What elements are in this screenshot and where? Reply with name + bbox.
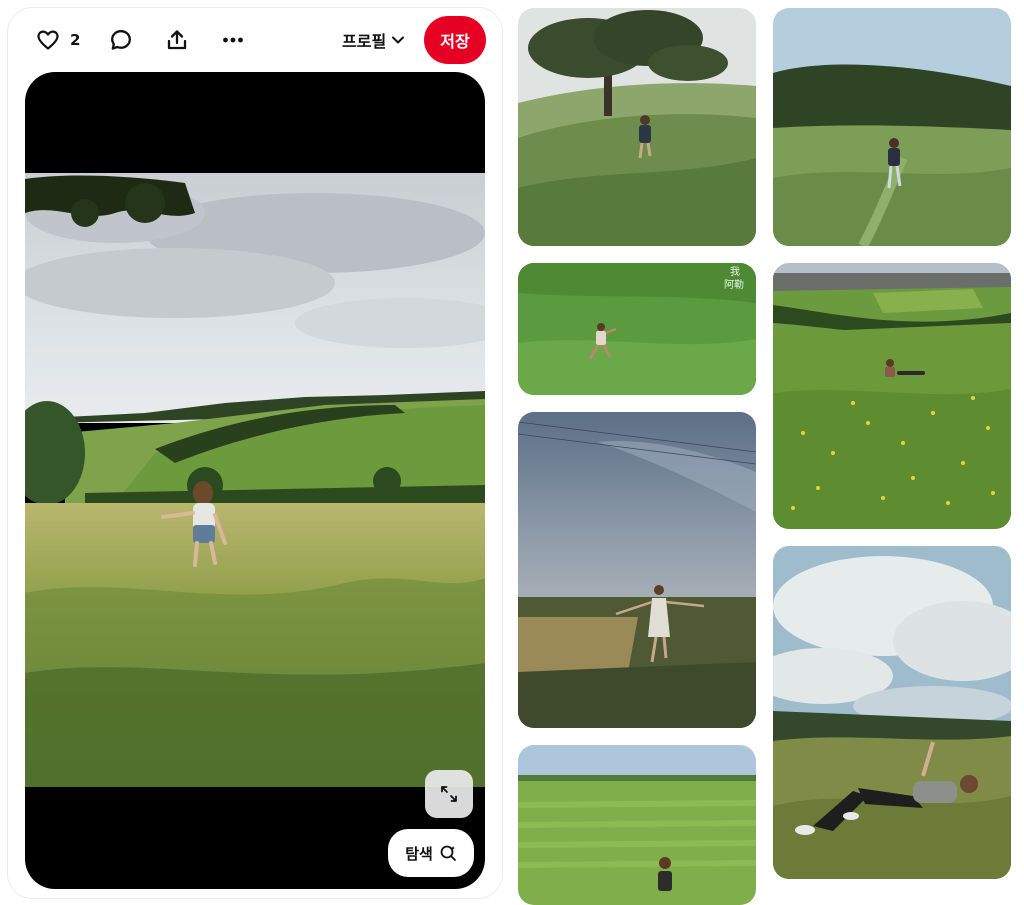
pin-toolbar: 2 프로필 저장 <box>8 8 502 72</box>
share-button[interactable] <box>164 22 190 58</box>
grid-pin-1[interactable] <box>518 8 756 246</box>
visual-search-button[interactable]: 탐색 <box>388 829 474 877</box>
chevron-down-icon <box>392 36 405 44</box>
like-button[interactable]: 2 <box>36 22 80 58</box>
grid-pin-7[interactable] <box>518 745 756 905</box>
heart-icon <box>37 30 59 50</box>
pin-closeup-card: 2 프로필 저장 탐색 <box>8 8 502 898</box>
pin-image-sky-lying <box>773 546 1011 879</box>
expand-button[interactable] <box>425 770 473 818</box>
profile-label: 프로필 <box>342 32 387 51</box>
profile-dropdown[interactable]: 프로필 <box>342 28 406 52</box>
grid-pin-2[interactable] <box>773 8 1011 246</box>
save-button[interactable]: 저장 <box>424 16 486 64</box>
watermark-text-2: 阿勒 <box>724 278 744 291</box>
grid-pin-5[interactable] <box>518 412 756 728</box>
pin-image-hill-grass <box>773 8 1011 246</box>
more-icon <box>223 37 243 43</box>
grid-pin-4[interactable] <box>773 263 1011 529</box>
pin-image-flat-field <box>518 745 756 905</box>
pin-image <box>25 173 485 787</box>
share-icon <box>167 30 187 50</box>
pin-image-container: 탐색 <box>25 72 485 889</box>
grid-pin-6[interactable] <box>773 546 1011 879</box>
comment-button[interactable] <box>108 22 134 58</box>
visual-search-icon <box>440 845 456 861</box>
pin-image-tree-meadow <box>518 8 756 246</box>
pin-image-valley-flowers <box>773 263 1011 529</box>
comment-icon <box>111 30 131 50</box>
like-count: 2 <box>70 31 81 49</box>
grid-pin-3[interactable]: 我 阿勒 <box>518 263 756 395</box>
more-options-button[interactable] <box>220 22 246 58</box>
visual-search-label: 탐색 <box>405 844 433 863</box>
pin-image-green-field: 我 阿勒 <box>518 263 756 395</box>
watermark-text-1: 我 <box>730 266 740 278</box>
pin-image-dusk-field <box>518 412 756 728</box>
expand-icon <box>441 786 457 802</box>
